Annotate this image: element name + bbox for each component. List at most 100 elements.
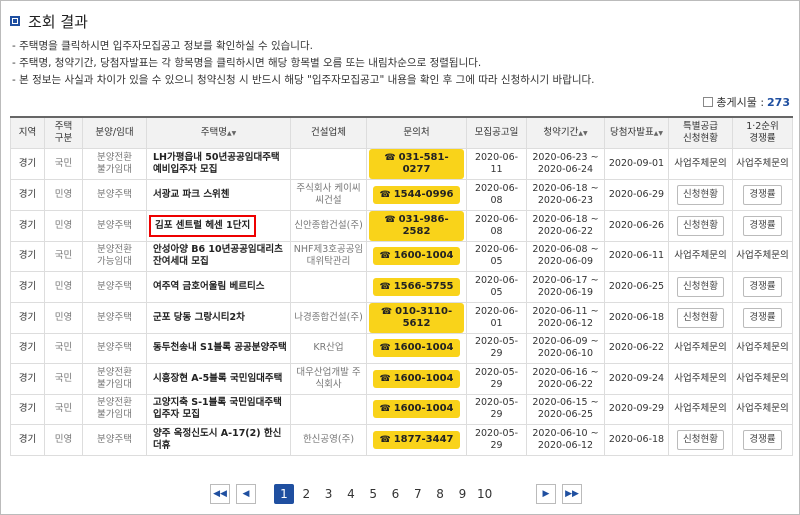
- phone-badge: ☎ 031-581-0277: [369, 149, 464, 179]
- sort-icon[interactable]: ▲▼: [227, 130, 236, 137]
- cell-supply-type: 분양주택: [82, 301, 147, 334]
- col-winner-date-label[interactable]: 당첨자발표: [610, 127, 654, 138]
- sort-icon[interactable]: ▲▼: [578, 130, 587, 137]
- cell-contact: ☎ 1600-1004: [366, 363, 467, 395]
- cell-rank: 사업주체문의: [732, 148, 793, 180]
- competition-rate-button[interactable]: 경쟁률: [743, 184, 782, 205]
- phone-number: 1600-1004: [393, 403, 454, 415]
- col-supply-type: 분양/임대: [82, 117, 147, 149]
- competition-rate-text: 사업주체문의: [736, 158, 789, 169]
- document-icon: [703, 97, 714, 107]
- col-builder: 건설업체: [290, 117, 367, 149]
- table-row: 경기 민영 분양주택 서광교 파크 스위첸 주식회사 케이씨 씨건설 ☎ 1544-0996…: [10, 179, 793, 211]
- house-name-link[interactable]: 김포 센트럴 헤센 1단지: [149, 214, 257, 237]
- cell-apply-period: 2020-06-10 ~ 2020-06-12: [526, 424, 605, 456]
- phone-number: 031-581-0277: [398, 152, 449, 175]
- house-name-link[interactable]: 안성아양 B6 10년공공임대리츠 잔여세대 모집: [153, 244, 283, 267]
- last-page-button[interactable]: ▶▶: [562, 484, 582, 504]
- cell-winner-date: 2020-06-11: [604, 240, 669, 272]
- col-winner-date[interactable]: 당첨자발표▲▼: [604, 117, 669, 149]
- next-page-button[interactable]: ▶: [536, 484, 556, 504]
- page-number-button[interactable]: 4: [341, 484, 361, 504]
- cell-contact: ☎ 1600-1004: [366, 393, 467, 425]
- phone-number: 1544-0996: [393, 188, 454, 200]
- cell-house-type: 민영: [44, 271, 83, 303]
- house-name-link[interactable]: LH가평읍내 50년공공임대주택 예비입주자 모집: [153, 152, 280, 175]
- competition-rate-button[interactable]: 경쟁률: [743, 276, 782, 297]
- cell-supply-type: 분양주택: [82, 424, 147, 456]
- cell-apply-period: 2020-06-11 ~ 2020-06-12: [526, 301, 605, 334]
- cell-special-supply: 사업주체문의: [668, 332, 733, 364]
- page-number-button[interactable]: 2: [296, 484, 316, 504]
- special-status-text: 사업주체문의: [674, 158, 727, 169]
- cell-supply-type: 분양전환 불가임대: [82, 363, 147, 395]
- cell-region: 경기: [10, 301, 45, 334]
- cell-house-name: 김포 센트럴 헤센 1단지: [146, 209, 291, 242]
- house-name-link[interactable]: 시흥장현 A-5블록 국민임대주택: [153, 373, 282, 384]
- phone-badge: ☎ 1877-3447: [373, 430, 460, 449]
- phone-number: 1600-1004: [393, 250, 454, 262]
- competition-rate-text: 사업주체문의: [736, 403, 789, 415]
- cell-special-supply: 사업주체문의: [668, 148, 733, 180]
- sort-icon[interactable]: ▲▼: [654, 130, 663, 137]
- col-apply-period[interactable]: 청약기간▲▼: [526, 117, 605, 149]
- page-number-button[interactable]: 6: [386, 484, 406, 504]
- special-status-text: 사업주체문의: [674, 250, 727, 262]
- cell-contact: ☎ 031-986-2582: [366, 209, 467, 242]
- house-name-link[interactable]: 양주 옥정신도시 A-17(2) 한신더휴: [153, 428, 281, 451]
- cell-apply-period: 2020-06-17 ~ 2020-06-19: [526, 271, 605, 303]
- page-number-button[interactable]: 1: [274, 484, 294, 504]
- cell-region: 경기: [10, 332, 45, 364]
- cell-special-supply: 사업주체문의: [668, 363, 733, 395]
- competition-rate-button[interactable]: 경쟁률: [743, 429, 782, 450]
- house-name-link[interactable]: 여주역 금호어울림 베르티스: [153, 281, 265, 292]
- phone-icon: ☎: [379, 251, 391, 262]
- cell-supply-type: 분양전환 가능임대: [82, 240, 147, 272]
- col-special-supply: 특별공급 신청현황: [668, 117, 733, 149]
- phone-number: 031-986-2582: [398, 213, 449, 237]
- special-status-button[interactable]: 신청현황: [677, 184, 724, 205]
- phone-icon: ☎: [379, 434, 391, 445]
- page-number-button[interactable]: 5: [363, 484, 383, 504]
- special-status-button[interactable]: 신청현황: [677, 429, 724, 450]
- competition-rate-button[interactable]: 경쟁률: [743, 307, 782, 328]
- col-house-name-label[interactable]: 주택명: [201, 127, 227, 138]
- cell-house-type: 민영: [44, 209, 83, 242]
- table-row: 경기 국민 분양전환 불가임대 LH가평읍내 50년공공임대주택 예비입주자 모집 ☎ 0…: [10, 148, 793, 180]
- cell-rank: 경쟁률: [732, 424, 793, 456]
- page-number-button[interactable]: 10: [475, 484, 495, 504]
- special-status-button[interactable]: 신청현황: [677, 276, 724, 297]
- house-name-link[interactable]: 군포 당동 그랑시티2차: [153, 312, 245, 323]
- competition-rate-text: 사업주체문의: [736, 372, 789, 384]
- first-page-button[interactable]: ◀◀: [210, 484, 230, 504]
- house-name-link[interactable]: 고양지축 S-1블록 국민임대주택 입주자 모집: [153, 397, 282, 420]
- special-status-button[interactable]: 신청현황: [677, 307, 724, 328]
- prev-page-button[interactable]: ◀: [236, 484, 256, 504]
- competition-rate-button[interactable]: 경쟁률: [743, 215, 782, 236]
- table-row: 경기 국민 분양전환 가능임대 안성아양 B6 10년공공임대리츠 잔여세대 모집 NH…: [10, 240, 793, 272]
- col-house-name[interactable]: 주택명▲▼: [146, 117, 291, 149]
- phone-badge: ☎ 1544-0996: [373, 185, 460, 204]
- col-region: 지역: [10, 117, 45, 149]
- house-name-link[interactable]: 동두천송내 S1블록 공공분양주택: [153, 342, 287, 353]
- cell-winner-date: 2020-06-22: [604, 332, 669, 364]
- cell-winner-date: 2020-06-29: [604, 179, 669, 211]
- col-contact: 문의처: [366, 117, 467, 149]
- cell-house-type: 국민: [44, 240, 83, 272]
- cell-announce-date: 2020-06-08: [466, 179, 527, 211]
- special-status-button[interactable]: 신청현황: [677, 215, 724, 236]
- cell-winner-date: 2020-06-18: [604, 301, 669, 334]
- cell-apply-period: 2020-06-16 ~ 2020-06-22: [526, 363, 605, 395]
- cell-apply-period: 2020-06-09 ~ 2020-06-10: [526, 332, 605, 364]
- cell-house-type: 국민: [44, 332, 83, 364]
- col-apply-period-label[interactable]: 청약기간: [543, 127, 578, 138]
- page-number-button[interactable]: 3: [319, 484, 339, 504]
- page-number-button[interactable]: 8: [430, 484, 450, 504]
- cell-winner-date: 2020-09-01: [604, 148, 669, 180]
- cell-announce-date: 2020-05-29: [466, 332, 527, 364]
- notice-item: - 주택명을 클릭하시면 입주자모집공고 정보를 확인하실 수 있습니다.: [12, 40, 313, 52]
- page-number-button[interactable]: 7: [408, 484, 428, 504]
- page-number-button[interactable]: 9: [452, 484, 472, 504]
- cell-contact: ☎ 1600-1004: [366, 332, 467, 364]
- house-name-link[interactable]: 서광교 파크 스위첸: [153, 189, 230, 200]
